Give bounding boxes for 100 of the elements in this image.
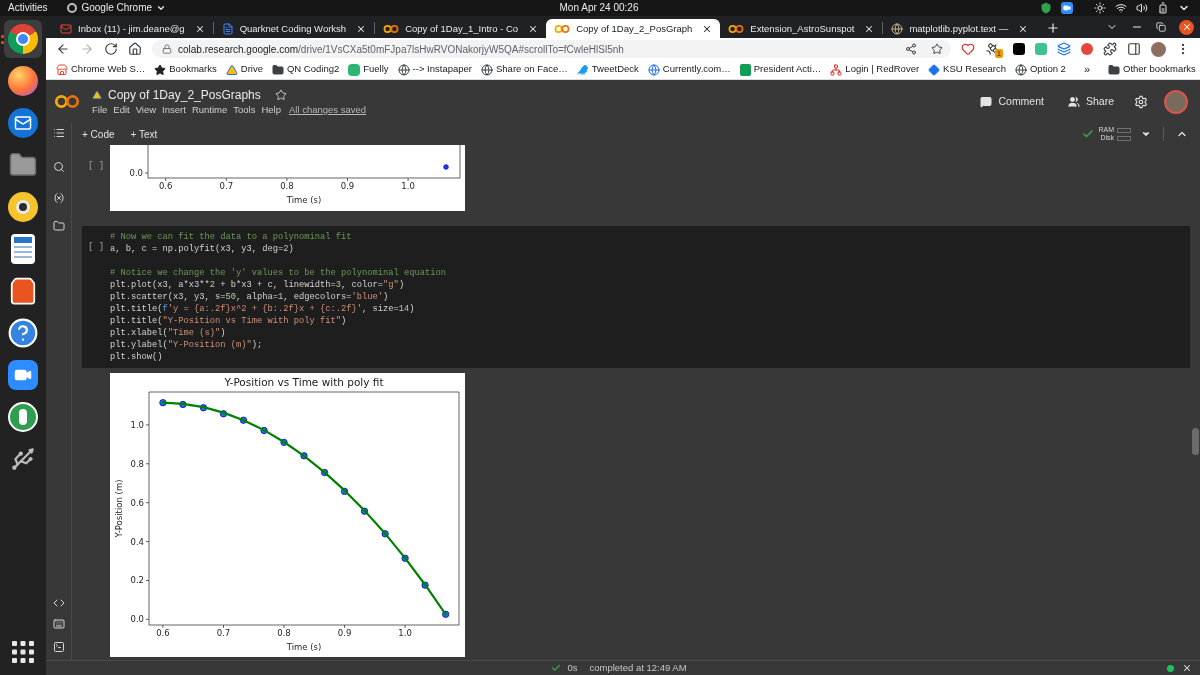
- notebook-title[interactable]: Copy of 1Day_2_PosGraphs: [108, 88, 261, 101]
- menu-item[interactable]: Insert: [162, 104, 186, 115]
- bookmark[interactable]: QN Coding2: [271, 62, 340, 77]
- menu-item[interactable]: File: [92, 104, 108, 115]
- satellite-icon[interactable]: [985, 42, 1000, 56]
- close-icon[interactable]: [1179, 19, 1194, 35]
- clock[interactable]: Mon Apr 24 00:26: [559, 3, 639, 13]
- close-icon[interactable]: [864, 23, 875, 34]
- usb-icon: [10, 446, 36, 472]
- side-panel-icon[interactable]: [1127, 42, 1141, 56]
- share-button[interactable]: Share: [1067, 93, 1114, 110]
- add-text-button[interactable]: + Text: [130, 126, 158, 142]
- run-cell-button[interactable]: [ ]: [88, 161, 105, 171]
- bookmark[interactable]: Login | RedRover: [830, 62, 920, 77]
- bookmark[interactable]: Chrome Web S…: [56, 62, 146, 77]
- battery-icon[interactable]: [1157, 2, 1169, 14]
- app-grid-icon[interactable]: [12, 641, 34, 663]
- address-bar[interactable]: colab.research.google.com/drive/1VsCXa5t0mFJpa7lsHwRVONakorjyW5QA#scrollTo=fCwleHlSl5nh: [152, 40, 952, 58]
- bookmark[interactable]: Other bookmarks: [1108, 62, 1196, 77]
- puzzle-icon[interactable]: [1103, 42, 1117, 56]
- reload-icon[interactable]: [104, 42, 118, 56]
- scrollbar-thumb[interactable]: [1192, 428, 1199, 455]
- browser-tab[interactable]: Extension_AstroSunspot: [720, 19, 883, 38]
- tick-label: 0.8: [277, 628, 291, 638]
- terminal-icon[interactable]: [52, 641, 65, 653]
- new-tab-icon[interactable]: [1046, 21, 1061, 35]
- dock-item[interactable]: [4, 20, 42, 58]
- close-icon[interactable]: [702, 23, 713, 34]
- browser-tab[interactable]: Quarknet Coding Worksh: [213, 19, 375, 38]
- bookmark[interactable]: Fuelly: [348, 62, 389, 77]
- avatar-icon[interactable]: [1164, 89, 1188, 114]
- close-icon[interactable]: [528, 23, 539, 34]
- browser-icon: [8, 24, 38, 54]
- chart-title: Y-Position vs Time with poly fit: [224, 376, 384, 388]
- browser-tab[interactable]: Inbox (11) - jim.deane@g: [52, 19, 213, 38]
- data-point: [300, 452, 308, 460]
- lock-icon: [162, 44, 172, 54]
- menu-item[interactable]: Edit: [113, 104, 130, 115]
- list-icon[interactable]: [52, 127, 65, 139]
- logo-icon: [554, 23, 571, 34]
- menu-item[interactable]: Help: [261, 104, 281, 115]
- folder-icon[interactable]: [52, 220, 65, 232]
- variable-icon[interactable]: [52, 192, 65, 204]
- volume-icon[interactable]: [1136, 2, 1148, 14]
- data-point: [442, 610, 450, 618]
- video-camera-icon[interactable]: [1061, 2, 1073, 14]
- menu-item[interactable]: Runtime: [191, 104, 228, 115]
- star-icon[interactable]: [931, 43, 944, 55]
- bookmark[interactable]: President Acti…: [739, 62, 822, 77]
- browser-tab[interactable]: Copy of 1Day_1_Intro - Co: [375, 19, 547, 38]
- heart-icon[interactable]: [961, 42, 976, 56]
- search-icon[interactable]: [52, 161, 65, 173]
- save-status[interactable]: All changes saved: [289, 104, 367, 115]
- close-icon[interactable]: [356, 23, 367, 34]
- data-point: [219, 410, 228, 418]
- layers-icon[interactable]: [1057, 42, 1071, 56]
- close-icon[interactable]: [1018, 23, 1029, 34]
- bookmark[interactable]: Currently.com…: [647, 62, 731, 77]
- code-icon[interactable]: [52, 597, 65, 609]
- check-icon: [551, 663, 562, 673]
- back-icon[interactable]: [56, 42, 70, 56]
- bookmark[interactable]: KSU Research: [928, 62, 1006, 77]
- bookmark[interactable]: Bookmarks: [154, 62, 217, 77]
- bookmark[interactable]: TweetDeck: [576, 62, 639, 77]
- code-block[interactable]: # Now we can fit the data to a polynominal fit a, b, c = np.polyfit(x3, y3, deg=2) # Notice we change the 'y' values to be the polynominal equation plt.plot(x3, a*x3**2 + b*x3 + c, linewidth=3, color="g") plt.scatter(x3, y3, s=50, alpha=1, edgecolors='blue') plt.title(f'y = {a:.2f}x^2 + {b:.2f}x + {c:.2f}', size=14) plt.title("Y-Position vs Time with poly fit") plt.xlabel("Time (s)") plt.ylabel("Y-Position (m)"); plt.show(): [110, 231, 447, 363]
- app-menu-button[interactable]: Google Chrome: [67, 3, 167, 13]
- run-cell-button[interactable]: [ ]: [88, 242, 105, 252]
- data-point: [381, 530, 389, 538]
- browser-tab[interactable]: matplotlib.pyplot.text —: [883, 19, 1037, 38]
- caret-icon[interactable]: [1141, 129, 1151, 139]
- data-point: [321, 468, 329, 477]
- menu-item[interactable]: Tools: [233, 104, 256, 115]
- brightness-icon[interactable]: [1094, 2, 1106, 14]
- tick-label: 0.7: [216, 628, 231, 638]
- restore-icon[interactable]: [1156, 22, 1166, 32]
- disk-meter: [1117, 135, 1131, 141]
- comment-button[interactable]: Comment: [980, 93, 1044, 110]
- tick-label: 0.9: [340, 181, 355, 191]
- add-code-button[interactable]: + Code: [82, 126, 115, 142]
- avatar-icon[interactable]: [1151, 41, 1166, 57]
- browser-tab[interactable]: Copy of 1Day_2_PosGraph: [546, 19, 721, 38]
- bookmark[interactable]: Share on Face…: [481, 62, 568, 77]
- bookmark[interactable]: --> Instapaper: [397, 62, 472, 77]
- tick-label: 0.7: [219, 181, 234, 191]
- menu-item[interactable]: View: [135, 104, 157, 115]
- app-icon[interactable]: [1013, 43, 1025, 55]
- keyboard-icon[interactable]: [52, 618, 65, 630]
- settings-icon[interactable]: [1134, 94, 1148, 109]
- activities-button[interactable]: Activities: [8, 3, 48, 13]
- video-camera-icon: [8, 360, 38, 390]
- close-icon[interactable]: [194, 23, 205, 34]
- close-icon[interactable]: [1182, 663, 1192, 673]
- home-icon[interactable]: [128, 42, 142, 56]
- more-bookmarks-button[interactable]: »: [1083, 64, 1090, 75]
- browser-icon: [8, 66, 38, 96]
- bookmark[interactable]: Option 2: [1014, 62, 1066, 77]
- bookmark[interactable]: Drive: [225, 62, 263, 77]
- share-icon[interactable]: [905, 43, 918, 55]
- wifi-icon[interactable]: [1115, 2, 1127, 14]
- star-icon: [154, 63, 167, 76]
